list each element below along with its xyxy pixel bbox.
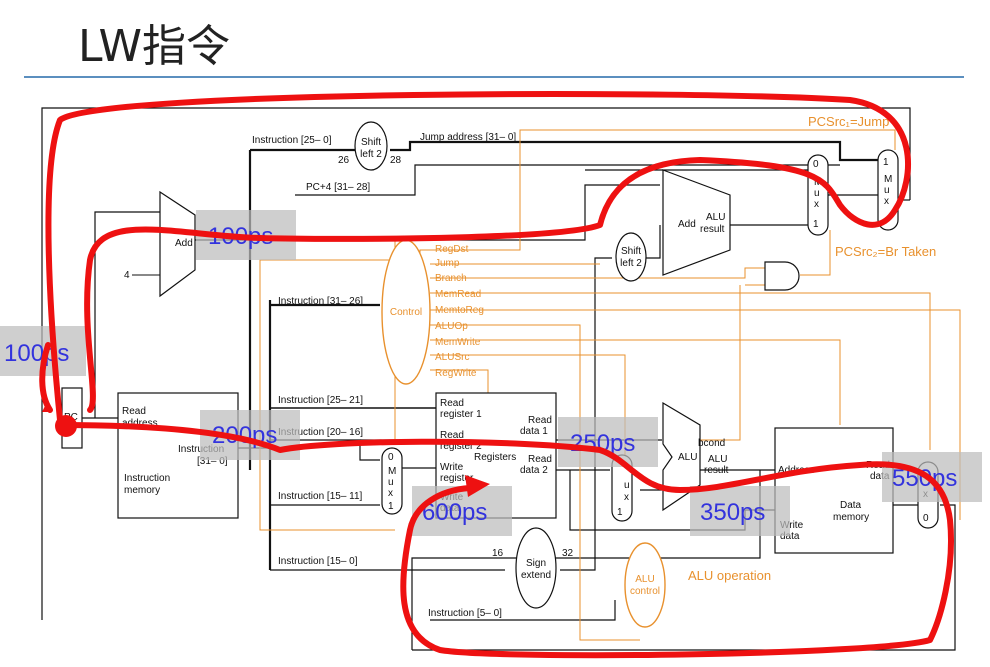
dm-label2: memory xyxy=(833,512,869,523)
jump-mux-m: M xyxy=(884,174,892,185)
shift-left2-top-label: Shift xyxy=(361,137,381,148)
ctl-branch: Branch xyxy=(435,273,467,284)
alu-operation-label: ALU operation xyxy=(688,568,771,583)
im-label2: memory xyxy=(124,485,160,496)
regdst-mux-x: x xyxy=(388,488,393,499)
alusrc-mux-u: u xyxy=(624,480,630,491)
rd1-b: data 1 xyxy=(520,426,548,437)
pcsrc1-label: PCSrc₁=Jump xyxy=(808,114,889,129)
pc4-label: PC+4 [31– 28] xyxy=(306,182,370,193)
timing-label-2: 100ps xyxy=(4,340,69,367)
alu-result-a: ALU xyxy=(708,454,727,465)
shift-left2-mid-unit xyxy=(615,232,647,282)
branch-mux-0: 0 xyxy=(813,159,819,170)
n28-label: 28 xyxy=(390,155,402,166)
instr-25-0-label: Instruction [25– 0] xyxy=(252,135,332,146)
dm-label: Data xyxy=(840,500,862,511)
rd2-b: data 2 xyxy=(520,465,548,476)
ctl-aluop: ALUOp xyxy=(435,321,468,332)
regdst-mux-m: M xyxy=(388,466,396,477)
branch-and-gate xyxy=(764,261,800,291)
instr-25-21-label: Instruction [25– 21] xyxy=(278,395,363,406)
alu-control-label2: control xyxy=(630,586,660,597)
ctl-memread: MemRead xyxy=(435,289,481,300)
main-alu-label: ALU xyxy=(678,452,697,463)
ctl-jump: Jump xyxy=(435,258,460,269)
branch-adder-result-label2: result xyxy=(700,224,725,235)
registers-label: Registers xyxy=(474,452,516,463)
jump-address-label: Jump address [31– 0] xyxy=(420,132,516,143)
branch-mux-1: 1 xyxy=(813,219,819,230)
alu-control-unit xyxy=(624,542,666,628)
ctl-memwrite: MemWrite xyxy=(435,337,481,348)
regdst-mux-1: 1 xyxy=(388,501,394,512)
alusrc-mux-x: x xyxy=(624,492,629,503)
jump-mux-1: 1 xyxy=(883,157,889,168)
const-four-label: 4 xyxy=(124,270,130,281)
n16-label: 16 xyxy=(492,548,504,559)
alu-control-label: ALU xyxy=(635,574,654,585)
branch-adder-label: Add xyxy=(678,219,696,230)
wr-a: Write xyxy=(440,462,464,473)
sign-extend-label: Sign xyxy=(526,558,546,569)
ctl-memtoreg: MemtoReg xyxy=(435,305,484,316)
ctl-regdst: RegDst xyxy=(435,244,469,255)
alusrc-mux-1: 1 xyxy=(617,507,623,518)
rr1-a: Read xyxy=(440,398,464,409)
branch-mux-u: u xyxy=(814,188,820,199)
pc-adder-label: Add xyxy=(175,238,193,249)
regdst-mux-0: 0 xyxy=(388,452,394,463)
overlay-start-dot xyxy=(55,415,77,437)
pcsrc2-label: PCSrc₂=Br Taken xyxy=(835,244,936,259)
ctl-alusrc: ALUSrc xyxy=(435,352,469,363)
regdst-mux-u: u xyxy=(388,477,394,488)
instr-15-11-label: Instruction [15– 11] xyxy=(278,491,363,502)
im-label: Instruction xyxy=(124,473,170,484)
n32-label: 32 xyxy=(562,548,574,559)
instr-31-26-label: Instruction [31– 26] xyxy=(278,296,363,307)
rd2-a: Read xyxy=(528,454,552,465)
memtoreg-mux-0: 0 xyxy=(923,513,929,524)
sign-extend-label2: extend xyxy=(521,570,551,581)
bcond-label: bcond xyxy=(698,438,725,449)
branch-mux-x: x xyxy=(814,199,819,210)
mips-datapath-diagram: Shift left 2 Instruction [25– 0] 26 28 J… xyxy=(0,91,982,659)
rd1-a: Read xyxy=(528,415,552,426)
shift-left2-mid-label: Shift xyxy=(621,246,641,257)
n26-label: 26 xyxy=(338,155,350,166)
instr-5-0-label: Instruction [5– 0] xyxy=(428,608,502,619)
im-read: Read xyxy=(122,406,146,417)
jump-mux-x: x xyxy=(884,196,889,207)
shift-left2-mid-label2: left 2 xyxy=(620,258,642,269)
instr-15-0-label: Instruction [15– 0] xyxy=(278,556,358,567)
branch-adder-result-label: ALU xyxy=(706,212,725,223)
alu-result-b: result xyxy=(704,465,729,476)
timing-label-5: 350ps xyxy=(700,499,765,526)
critical-path-overlay xyxy=(39,91,954,659)
ctl-regwrite: RegWrite xyxy=(435,368,477,379)
rr1-b: register 1 xyxy=(440,409,482,420)
jump-mux-u: u xyxy=(884,185,890,196)
control-label: Control xyxy=(390,307,422,318)
shift-left2-top-label2: left 2 xyxy=(360,149,382,160)
